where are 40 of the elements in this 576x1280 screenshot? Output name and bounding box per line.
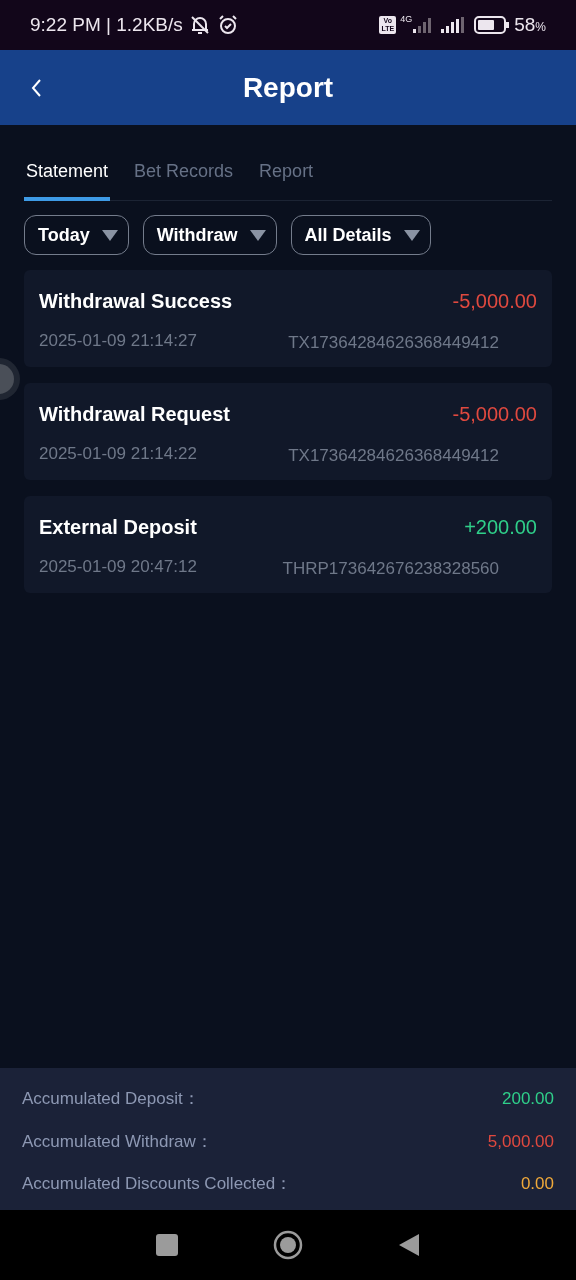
summary-value: 200.00 (502, 1088, 554, 1110)
status-time: 9:22 PM | 1.2KB/s (30, 12, 183, 37)
page-title: Report (242, 70, 334, 105)
transaction-reference: TX17364284626368449412 (288, 445, 499, 467)
transaction-amount: -5,000.00 (452, 289, 537, 314)
battery-level: 58% (514, 12, 546, 37)
summary-label: Accumulated Discounts Collected： (22, 1173, 293, 1195)
summary-label: Accumulated Withdraw： (22, 1130, 213, 1153)
filter-dropdown[interactable]: All Details (290, 215, 431, 255)
transaction-time: 2025-01-09 21:14:27 (39, 330, 197, 352)
transaction-title: External Deposit (39, 515, 197, 540)
summary-value: 5,000.00 (487, 1130, 554, 1153)
filter-dropdown[interactable]: Today (24, 215, 129, 255)
transaction-card[interactable]: External Deposit +200.00 2025-01-09 20:47:12 THRP173642676238328560 (24, 496, 552, 593)
home-icon[interactable] (273, 1230, 303, 1260)
bell-muted-icon (188, 14, 211, 36)
transaction-amount: +200.00 (464, 515, 537, 540)
tab[interactable]: Report (257, 145, 316, 201)
transaction-amount: -5,000.00 (452, 402, 537, 427)
transaction-card[interactable]: Withdrawal Request -5,000.00 2025-01-09 21:14:22 TX17364284626368449412 (24, 383, 552, 480)
signal-icon (440, 16, 467, 34)
filter-dropdown[interactable]: Withdraw (142, 215, 277, 255)
transaction-reference: THRP173642676238328560 (282, 558, 499, 580)
transaction-title: Withdrawal Request (39, 402, 230, 427)
tab[interactable]: Bet Records (132, 145, 236, 201)
summary-label: Accumulated Deposit： (22, 1088, 200, 1110)
back-nav-icon[interactable] (398, 1233, 420, 1257)
caret-icon (249, 229, 266, 241)
transaction-time: 2025-01-09 21:14:22 (39, 443, 197, 465)
back-icon (30, 78, 42, 98)
transaction-title: Withdrawal Success (39, 289, 233, 314)
tab[interactable]: Statement (24, 145, 111, 201)
caret-icon (403, 229, 420, 241)
transaction-time: 2025-01-09 20:47:12 (39, 556, 197, 578)
battery-icon (474, 16, 511, 34)
transaction-reference: TX17364284626368449412 (288, 332, 499, 354)
transaction-card[interactable]: Withdrawal Success -5,000.00 2025-01-09 21:14:27 TX17364284626368449412 (24, 270, 552, 367)
summary-value: 0.00 (520, 1173, 554, 1195)
caret-icon (101, 229, 118, 241)
network-type: 4G (400, 13, 413, 26)
